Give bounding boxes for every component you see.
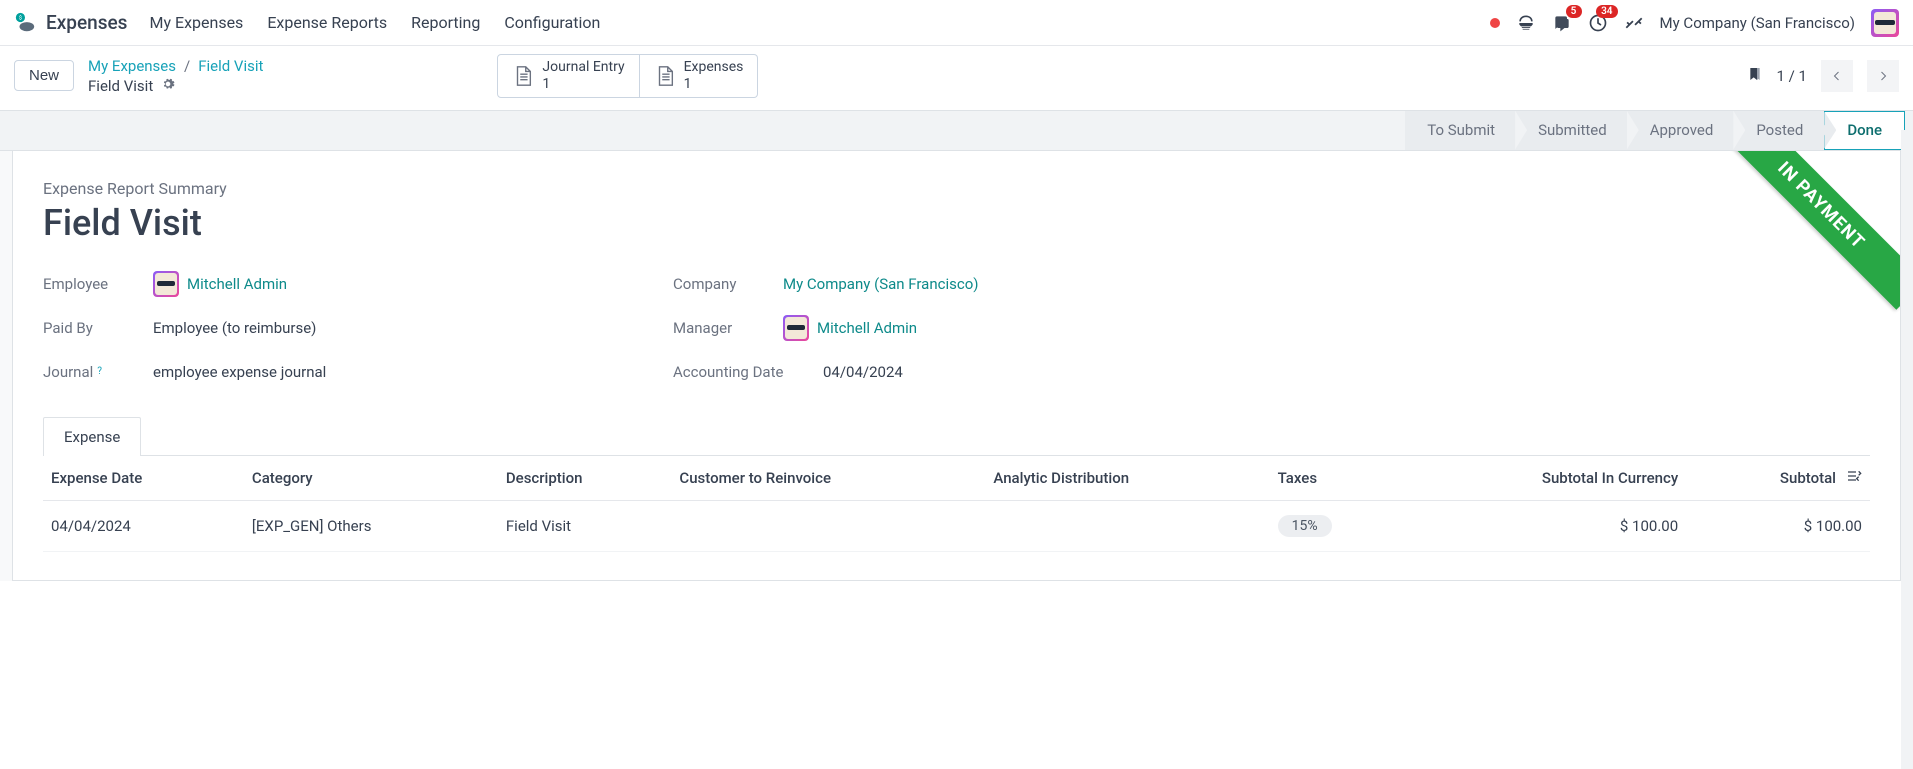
chevron-right-icon [1877,70,1889,82]
cell-description: Field Visit [498,500,672,551]
col-category[interactable]: Category [244,456,498,501]
form-sheet: IN PAYMENT Expense Report Summary Field … [12,151,1901,581]
paidby-label: Paid By [43,319,153,337]
company-label: Company [673,275,783,293]
col-subtotal-currency[interactable]: Subtotal In Currency [1401,456,1686,501]
control-panel: New My Expenses / Field Visit Field Visi… [0,46,1913,111]
employee-label: Employee [43,275,153,293]
stat-expenses[interactable]: Expenses 1 [640,54,759,98]
nav-expense-reports[interactable]: Expense Reports [267,13,387,32]
col-taxes[interactable]: Taxes [1270,456,1401,501]
cell-category: [EXP_GEN] Others [244,500,498,551]
stat-journal-value: 1 [542,76,624,93]
debug-icon[interactable] [1624,13,1644,33]
status-to-submit[interactable]: To Submit [1405,111,1517,150]
journal-label: Journal? [43,363,153,381]
stat-journal-entry[interactable]: Journal Entry 1 [497,54,639,98]
bookmark-icon[interactable] [1747,64,1763,88]
document-icon [512,65,534,87]
pager-prev-button[interactable] [1821,60,1853,92]
col-subtotal[interactable]: Subtotal [1686,456,1870,501]
app-title[interactable]: Expenses [46,11,127,34]
col-description[interactable]: Description [498,456,672,501]
breadcrumb-separator: / [184,57,190,75]
breadcrumb: My Expenses / Field Visit [88,57,263,75]
messages-icon[interactable]: 5 [1552,13,1572,33]
voip-icon[interactable] [1516,13,1536,33]
employee-avatar-icon [153,271,179,297]
col-analytic[interactable]: Analytic Distribution [985,456,1269,501]
svg-text:$: $ [19,14,22,21]
cell-customer [671,500,985,551]
status-submitted[interactable]: Submitted [1516,111,1629,150]
col-date[interactable]: Expense Date [43,456,244,501]
breadcrumb-title: Field Visit [88,77,153,95]
nav-my-expenses[interactable]: My Expenses [149,13,243,32]
company-selector[interactable]: My Company (San Francisco) [1660,14,1855,32]
expense-table: Expense Date Category Description Custom… [43,456,1870,552]
status-approved[interactable]: Approved [1628,111,1736,150]
activities-icon[interactable]: 34 [1588,13,1608,33]
col-customer[interactable]: Customer to Reinvoice [671,456,985,501]
activities-badge: 34 [1596,5,1617,18]
manager-label: Manager [673,319,783,337]
breadcrumb-my-expenses[interactable]: My Expenses [88,57,176,75]
cell-date: 04/04/2024 [43,500,244,551]
stat-expenses-value: 1 [684,76,744,93]
breadcrumb-field-visit[interactable]: Field Visit [198,57,263,75]
messages-badge: 5 [1566,5,1582,18]
tab-expense[interactable]: Expense [43,417,141,456]
column-options-icon[interactable] [1846,468,1862,488]
chevron-left-icon [1831,70,1843,82]
accdate-value: 04/04/2024 [823,363,903,381]
recording-indicator-icon [1490,18,1500,28]
stat-journal-label: Journal Entry [542,59,624,76]
stat-expenses-label: Expenses [684,59,744,76]
paidby-value: Employee (to reimburse) [153,319,316,337]
status-bar: To Submit Submitted Approved Posted Done [0,111,1913,151]
nav-configuration[interactable]: Configuration [504,13,600,32]
accdate-label: Accounting Date [673,363,823,381]
cell-analytic [985,500,1269,551]
top-nav: $ Expenses My Expenses Expense Reports R… [0,0,1913,46]
user-avatar[interactable] [1871,9,1899,37]
gear-icon[interactable] [161,77,175,95]
manager-value[interactable]: Mitchell Admin [783,315,917,341]
company-value[interactable]: My Company (San Francisco) [783,275,978,293]
table-row[interactable]: 04/04/2024 [EXP_GEN] Others Field Visit … [43,500,1870,551]
app-icon[interactable]: $ [14,12,36,34]
cell-subtotal: $ 100.00 [1686,500,1870,551]
cell-taxes: 15% [1270,500,1401,551]
pager-text[interactable]: 1 / 1 [1777,67,1808,85]
manager-avatar-icon [783,315,809,341]
pager-next-button[interactable] [1867,60,1899,92]
cell-subtotal-currency: $ 100.00 [1401,500,1686,551]
employee-value[interactable]: Mitchell Admin [153,271,287,297]
new-button[interactable]: New [14,60,74,91]
status-done[interactable]: Done [1824,111,1905,150]
scrollbar[interactable] [1901,130,1913,769]
record-title: Field Visit [43,202,1870,244]
document-icon [654,65,676,87]
journal-value: employee expense journal [153,363,326,381]
status-posted[interactable]: Posted [1734,111,1825,150]
nav-reporting[interactable]: Reporting [411,13,480,32]
summary-label: Expense Report Summary [43,179,1870,198]
